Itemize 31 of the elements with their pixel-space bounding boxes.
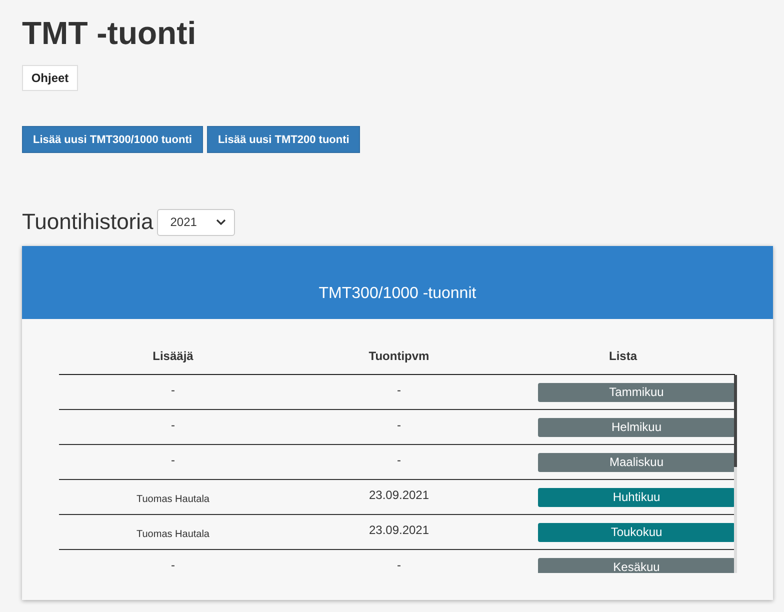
table-cell-text: - xyxy=(170,417,176,434)
table-cell-text: - xyxy=(396,557,402,573)
table-cell-text: - xyxy=(170,557,176,573)
table-cell-text: - xyxy=(170,452,176,469)
month-list-button[interactable]: Maaliskuu xyxy=(538,452,735,472)
table-cell-text: 23.09.2021 xyxy=(368,487,430,504)
table-cell-text: Tuomas Hautala xyxy=(136,528,210,542)
month-list-button[interactable]: Toukokuu xyxy=(538,522,735,542)
year-select[interactable]: 2021 xyxy=(157,208,236,236)
chevron-icon xyxy=(216,219,226,225)
table-cell-text: - xyxy=(170,382,176,399)
help-button[interactable]: Ohjeet xyxy=(22,65,78,91)
column-header: Tuontipvm xyxy=(368,348,430,362)
table-cell-text: 23.09.2021 xyxy=(368,522,430,539)
add-import-button[interactable]: Lisää uusi TMT200 tuonti xyxy=(206,126,360,153)
month-list-button[interactable]: Kesäkuu xyxy=(538,558,735,573)
column-header: Lista xyxy=(608,348,638,362)
month-list-button[interactable]: Huhtikuu xyxy=(538,488,735,506)
table-cell-text: - xyxy=(396,382,402,399)
scrollbar[interactable] xyxy=(734,375,737,573)
page-title: TMT -tuonti xyxy=(22,14,198,52)
scrollbar-thumb[interactable] xyxy=(734,375,737,467)
table-cell-text: - xyxy=(396,417,402,434)
month-list-button[interactable]: Helmikuu xyxy=(538,418,735,436)
add-import-button[interactable]: Lisää uusi TMT300/1000 tuonti xyxy=(22,126,203,153)
table-cell-text: Tuomas Hautala xyxy=(136,492,210,506)
column-header: Lisääjä xyxy=(152,348,194,362)
month-list-button[interactable]: Tammikuu xyxy=(538,382,735,402)
table-cell-text: - xyxy=(396,452,402,469)
section-heading: Tuontihistoria xyxy=(22,208,154,236)
panel-title: TMT300/1000 -tuonnit xyxy=(318,285,476,303)
